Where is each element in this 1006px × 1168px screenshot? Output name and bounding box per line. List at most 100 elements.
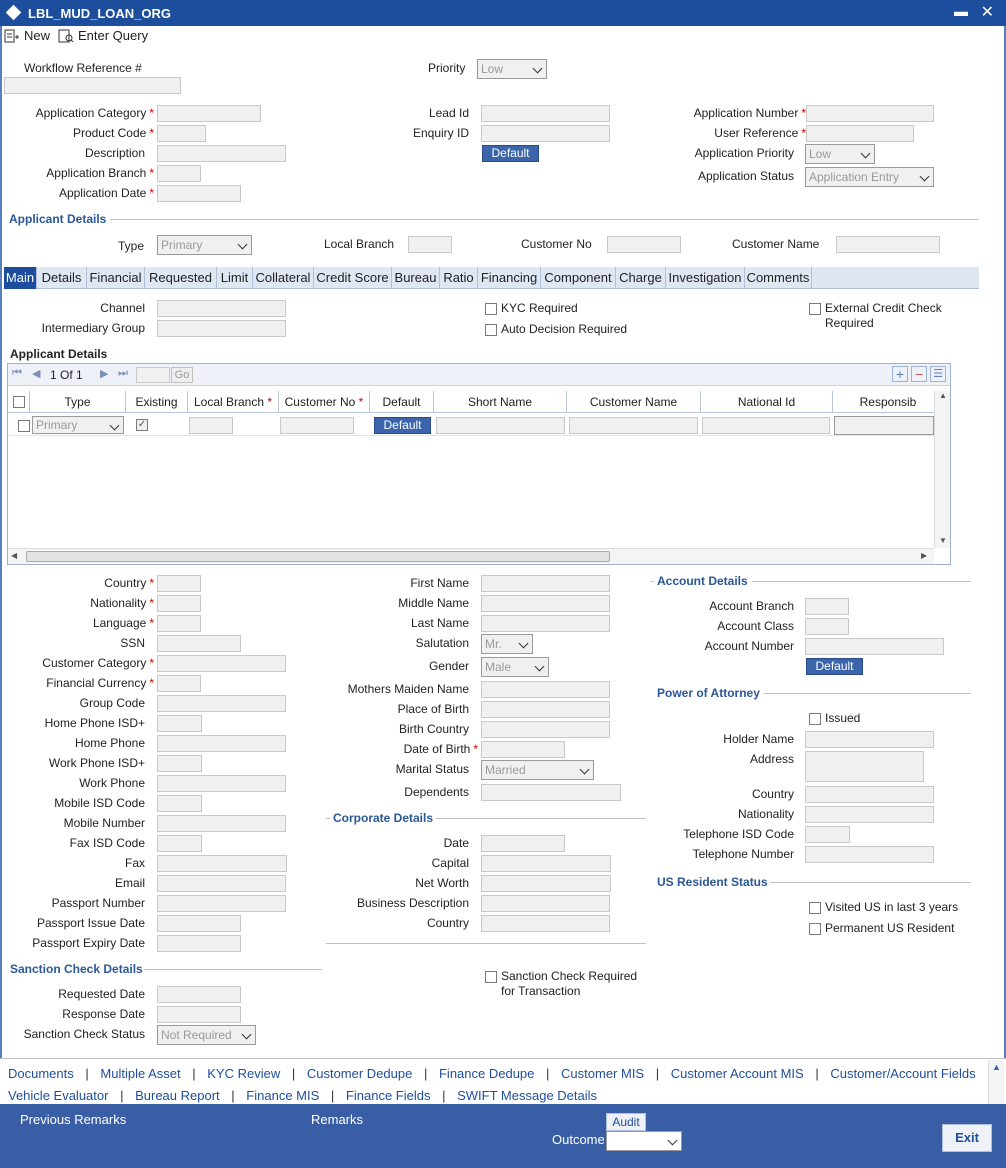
horizontal-scrollbar[interactable]: ◀ ▶ xyxy=(8,548,934,564)
tab-bureau[interactable]: Bureau xyxy=(392,267,440,289)
net-worth-input[interactable] xyxy=(481,875,611,892)
corp-date-input[interactable] xyxy=(481,835,565,852)
product-code-input[interactable] xyxy=(157,125,206,142)
last-name-input[interactable] xyxy=(481,615,610,632)
first-name-input[interactable] xyxy=(481,575,610,592)
app-status-select[interactable]: Application Entry xyxy=(805,167,934,187)
prev-page-icon[interactable]: ◀ xyxy=(32,367,40,380)
exit-button[interactable]: Exit xyxy=(942,1124,992,1152)
group-code-input[interactable] xyxy=(157,695,286,712)
tab-component[interactable]: Component xyxy=(541,267,616,289)
dependents-input[interactable] xyxy=(481,784,621,801)
app-branch-input[interactable] xyxy=(157,165,201,182)
account-class-input[interactable] xyxy=(805,618,849,635)
account-number-input[interactable] xyxy=(805,638,944,655)
tab-ratio[interactable]: Ratio xyxy=(440,267,478,289)
type-select[interactable]: Primary xyxy=(157,235,252,255)
visited-us-checkbox[interactable] xyxy=(809,902,821,914)
links-scrollbar[interactable]: ▲ xyxy=(988,1060,1004,1104)
mothers-maiden-input[interactable] xyxy=(481,681,610,698)
tab-financial[interactable]: Financial xyxy=(87,267,145,289)
local-branch-input[interactable] xyxy=(408,236,452,253)
outcome-select[interactable] xyxy=(606,1131,682,1151)
ssn-input[interactable] xyxy=(157,635,241,652)
poa-nationality-input[interactable] xyxy=(805,806,934,823)
corp-country-input[interactable] xyxy=(481,915,610,932)
work-isd-input[interactable] xyxy=(157,755,202,772)
account-branch-input[interactable] xyxy=(805,598,849,615)
close-icon[interactable]: ✕ xyxy=(981,2,994,22)
link-vehicle-evaluator[interactable]: Vehicle Evaluator xyxy=(8,1088,108,1103)
priority-select[interactable]: Low xyxy=(477,59,547,79)
tab-charge[interactable]: Charge xyxy=(616,267,666,289)
link-finance-fields[interactable]: Finance Fields xyxy=(346,1088,431,1103)
scroll-left-icon[interactable]: ◀ xyxy=(11,551,17,560)
go-button[interactable]: Go xyxy=(171,367,193,383)
tab-comments[interactable]: Comments xyxy=(745,267,812,289)
link-customer-account-fields[interactable]: Customer/Account Fields xyxy=(830,1066,975,1081)
home-isd-input[interactable] xyxy=(157,715,202,732)
tel-number-input[interactable] xyxy=(805,846,934,863)
next-page-icon[interactable]: ▶ xyxy=(100,367,108,380)
scroll-up-icon[interactable]: ▲ xyxy=(939,391,947,400)
col-short-name[interactable]: Short Name xyxy=(434,391,567,412)
row-type-select[interactable]: Primary xyxy=(32,416,124,434)
business-desc-input[interactable] xyxy=(481,895,610,912)
row-customer-no-input[interactable] xyxy=(280,417,354,434)
user-ref-input[interactable] xyxy=(806,125,914,142)
link-finance-mis[interactable]: Finance MIS xyxy=(246,1088,319,1103)
passport-expiry-input[interactable] xyxy=(157,935,241,952)
address-input[interactable] xyxy=(805,751,924,782)
channel-input[interactable] xyxy=(157,300,286,317)
col-type[interactable]: Type xyxy=(30,391,126,412)
row-existing-checkbox[interactable]: ✓ xyxy=(136,419,148,431)
remarks-label[interactable]: Remarks xyxy=(311,1112,363,1127)
scroll-up-icon[interactable]: ▲ xyxy=(992,1062,1001,1072)
ext-credit-checkbox[interactable] xyxy=(809,303,821,315)
intermediary-input[interactable] xyxy=(157,320,286,337)
enter-query-button[interactable]: Enter Query xyxy=(58,28,148,43)
col-responsib[interactable]: Responsib xyxy=(833,391,934,412)
link-multiple-asset[interactable]: Multiple Asset xyxy=(100,1066,180,1081)
tab-investigation[interactable]: Investigation xyxy=(666,267,745,289)
tab-collateral[interactable]: Collateral xyxy=(253,267,314,289)
language-input[interactable] xyxy=(157,615,201,632)
holder-name-input[interactable] xyxy=(805,731,934,748)
page-input[interactable] xyxy=(136,367,170,383)
tab-limit[interactable]: Limit xyxy=(217,267,253,289)
row-responsib-input[interactable] xyxy=(834,416,934,435)
app-number-input[interactable] xyxy=(806,105,934,122)
app-category-input[interactable] xyxy=(157,105,261,122)
gender-select[interactable]: Male xyxy=(481,657,549,677)
last-page-icon[interactable]: ⏭ xyxy=(118,367,128,380)
tab-details[interactable]: Details xyxy=(37,267,87,289)
tab-financing[interactable]: Financing xyxy=(478,267,541,289)
middle-name-input[interactable] xyxy=(481,595,610,612)
col-customer-name[interactable]: Customer Name xyxy=(567,391,701,412)
requested-date-input[interactable] xyxy=(157,986,241,1003)
link-bureau-report[interactable]: Bureau Report xyxy=(135,1088,220,1103)
sanction-status-select[interactable]: Not Required xyxy=(157,1025,256,1045)
row-national-id-input[interactable] xyxy=(702,417,830,434)
account-default-button[interactable]: Default xyxy=(806,658,863,675)
passport-issue-input[interactable] xyxy=(157,915,241,932)
scroll-right-icon[interactable]: ▶ xyxy=(921,551,927,560)
link-documents[interactable]: Documents xyxy=(8,1066,74,1081)
customer-category-input[interactable] xyxy=(157,655,286,672)
nationality-input[interactable] xyxy=(157,595,201,612)
country-input[interactable] xyxy=(157,575,201,592)
scroll-down-icon[interactable]: ▼ xyxy=(939,536,947,545)
marital-status-select[interactable]: Married xyxy=(481,760,594,780)
fax-input[interactable] xyxy=(157,855,287,872)
minimize-icon[interactable]: ▬ xyxy=(954,3,968,19)
capital-input[interactable] xyxy=(481,855,611,872)
app-date-input[interactable] xyxy=(157,185,241,202)
row-checkbox[interactable] xyxy=(18,420,30,432)
kyc-checkbox[interactable] xyxy=(485,303,497,315)
auto-decision-checkbox[interactable] xyxy=(485,324,497,336)
place-of-birth-input[interactable] xyxy=(481,701,610,718)
first-page-icon[interactable]: ⏮ xyxy=(12,367,22,380)
customer-no-input[interactable] xyxy=(607,236,681,253)
financial-currency-input[interactable] xyxy=(157,675,201,692)
fax-isd-input[interactable] xyxy=(157,835,202,852)
